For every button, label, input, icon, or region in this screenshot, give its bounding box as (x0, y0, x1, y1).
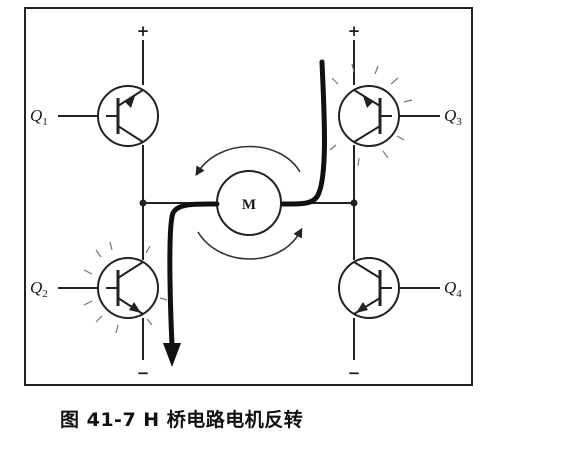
minus-left: − (137, 364, 150, 382)
junction-right (350, 199, 358, 207)
figure-caption: 图 41-7 H 桥电路电机反转 (60, 409, 304, 431)
plus-right: + (348, 22, 361, 40)
motor-label: M (242, 197, 256, 213)
junction-left (139, 199, 147, 207)
h-bridge-diagram: M + + − − Q1 Q2 Q3 Q4 (24, 7, 473, 386)
transistor-q1 (97, 85, 159, 147)
plus-left: + (137, 22, 150, 40)
minus-right: − (348, 364, 361, 382)
transistor-q4 (338, 257, 400, 319)
